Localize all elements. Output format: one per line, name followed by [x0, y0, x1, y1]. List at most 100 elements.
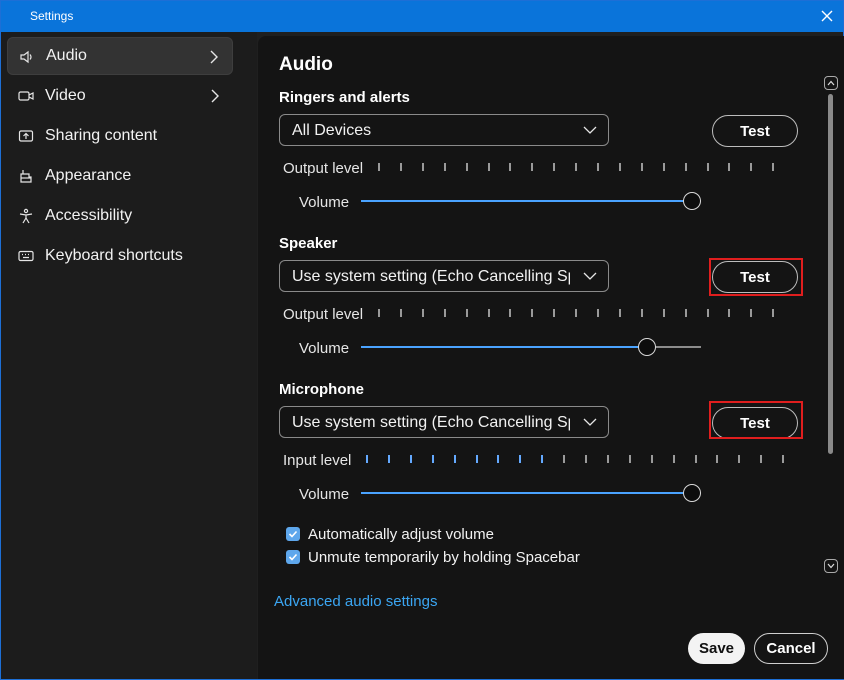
unmute-spacebar-checkbox[interactable]: Unmute temporarily by holding Spacebar [286, 547, 580, 567]
level-meter-tick [684, 163, 687, 171]
level-meter-tick [366, 455, 368, 463]
level-meter-tick [640, 163, 643, 171]
level-meter-tick [782, 455, 785, 463]
level-meter-tick [531, 163, 534, 171]
slider-thumb[interactable] [683, 484, 701, 502]
level-meter-tick [399, 309, 402, 317]
level-meter-tick [662, 309, 665, 317]
cancel-button[interactable]: Cancel [754, 633, 828, 664]
microphone-device-select[interactable]: Use system setting (Echo Cancelling Spea… [279, 406, 609, 438]
level-meter-tick [618, 309, 621, 317]
level-meter-tick [760, 455, 763, 463]
microphone-device-value: Use system setting (Echo Cancelling Spea… [292, 414, 570, 431]
advanced-audio-settings-link[interactable]: Advanced audio settings [274, 593, 437, 610]
slider-thumb[interactable] [637, 338, 656, 356]
level-meter-tick [563, 455, 566, 463]
slider-thumb[interactable] [683, 192, 701, 210]
level-meter-tick [509, 309, 512, 317]
level-meter-tick [738, 455, 741, 463]
level-meter-tick [409, 455, 412, 463]
sidebar-item-label: Accessibility [45, 207, 133, 224]
scroll-down-icon[interactable] [824, 559, 838, 573]
scrollbar-thumb[interactable] [828, 94, 833, 454]
level-meter-tick [728, 163, 731, 171]
sidebar-item-accessibility[interactable]: Accessibility [7, 197, 233, 235]
microphone-input-level-label: Input level [283, 452, 352, 469]
scrollbar[interactable] [824, 76, 838, 576]
level-meter-tick [378, 309, 380, 317]
sidebar-item-audio[interactable]: Audio [7, 37, 233, 75]
speaker-device-select[interactable]: Use system setting (Echo Cancelling Spea… [279, 260, 609, 292]
level-meter-tick [497, 455, 500, 463]
chevron-down-icon [582, 269, 598, 283]
level-meter-tick [475, 455, 478, 463]
save-button[interactable]: Save [688, 633, 745, 664]
settings-window: Settings Audio Video Sharing content App… [0, 0, 844, 680]
level-meter-tick [597, 163, 599, 171]
microphone-volume-slider[interactable] [361, 484, 701, 502]
level-meter-tick [387, 455, 390, 463]
sidebar-item-keyboard-shortcuts[interactable]: Keyboard shortcuts [7, 237, 233, 275]
auto-adjust-volume-checkbox[interactable]: Automatically adjust volume [286, 524, 494, 544]
level-meter-tick [431, 455, 434, 463]
sidebar-item-label: Appearance [45, 167, 132, 184]
microphone-volume-label: Volume [299, 486, 350, 503]
level-meter-tick [575, 163, 578, 171]
level-meter-tick [694, 455, 697, 463]
level-meter-tick [509, 163, 512, 171]
close-icon[interactable] [815, 4, 839, 28]
level-meter-tick [487, 163, 490, 171]
checkbox-label: Automatically adjust volume [308, 525, 494, 543]
microphone-test-button[interactable]: Test [712, 407, 798, 439]
level-meter-tick [531, 309, 534, 317]
ringers-volume-slider[interactable] [361, 192, 701, 210]
level-meter-tick [443, 163, 446, 171]
level-meter-tick [628, 455, 631, 463]
level-meter-tick [716, 455, 719, 463]
chevron-right-icon [209, 88, 221, 104]
level-meter-tick [585, 455, 587, 463]
level-meter-tick [706, 163, 709, 171]
speaker-volume-slider[interactable] [361, 338, 701, 356]
sidebar: Audio Video Sharing content Appearance A… [1, 32, 257, 679]
level-meter-tick [728, 309, 731, 317]
accessibility-icon [18, 208, 34, 224]
title-bar: Settings [1, 1, 843, 32]
level-meter-tick [465, 309, 468, 317]
level-meter-tick [421, 309, 424, 317]
level-meter-tick [606, 455, 609, 463]
level-meter-tick [465, 163, 468, 171]
ringers-device-value: All Devices [292, 122, 372, 139]
checkmark-icon[interactable] [286, 550, 300, 564]
scroll-up-icon[interactable] [824, 76, 838, 90]
ringers-output-level-meter [378, 163, 788, 173]
level-meter-tick [618, 163, 621, 171]
level-meter-tick [706, 309, 709, 317]
sidebar-item-label: Video [45, 87, 86, 104]
level-meter-tick [640, 309, 643, 317]
microphone-heading: Microphone [279, 381, 364, 398]
sidebar-item-sharing-content[interactable]: Sharing content [7, 117, 233, 155]
paint-bucket-icon [18, 168, 34, 184]
speaker-test-button[interactable]: Test [712, 261, 798, 293]
level-meter-tick [672, 455, 675, 463]
speaker-icon [19, 49, 35, 65]
sidebar-item-video[interactable]: Video [7, 77, 233, 115]
checkmark-icon[interactable] [286, 527, 300, 541]
level-meter-tick [553, 309, 556, 317]
ringers-output-level-label: Output level [283, 160, 364, 177]
level-meter-tick [750, 309, 753, 317]
sidebar-item-appearance[interactable]: Appearance [7, 157, 233, 195]
level-meter-tick [772, 163, 775, 171]
chevron-right-icon [208, 49, 220, 65]
level-meter-tick [487, 309, 490, 317]
video-camera-icon [18, 88, 34, 104]
chevron-down-icon [582, 415, 598, 429]
level-meter-tick [519, 455, 522, 463]
ringers-test-button[interactable]: Test [712, 115, 798, 147]
level-meter-tick [597, 309, 599, 317]
microphone-input-level-meter [366, 455, 788, 465]
keyboard-icon [18, 248, 34, 264]
ringers-device-select[interactable]: All Devices [279, 114, 609, 146]
level-meter-tick [399, 163, 402, 171]
